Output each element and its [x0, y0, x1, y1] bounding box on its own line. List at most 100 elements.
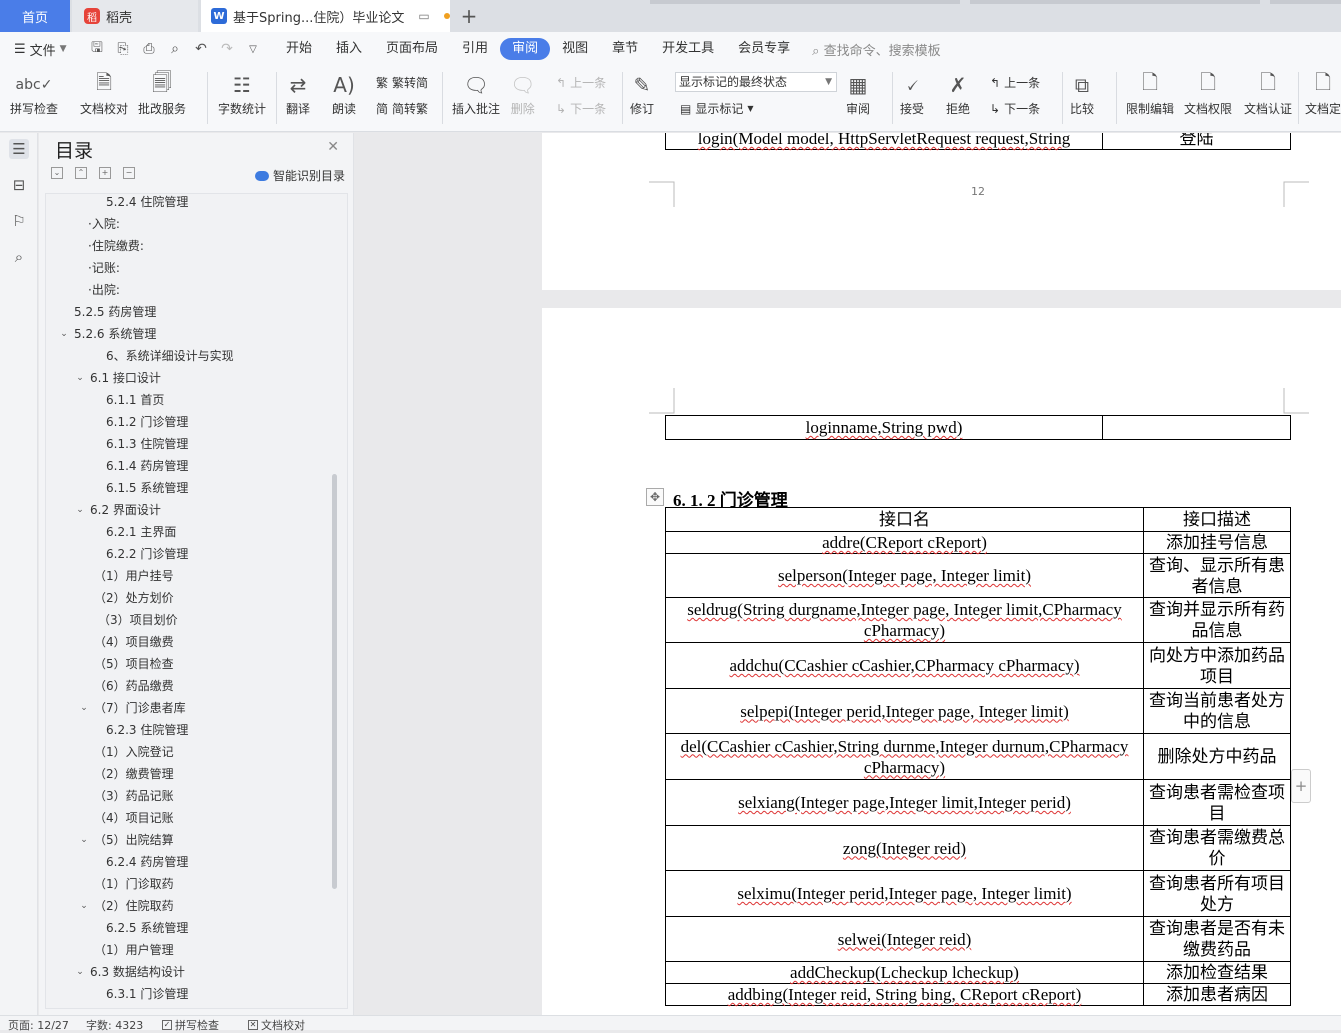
search-icon[interactable]: ⌕ [9, 247, 29, 267]
chevron-down-icon[interactable]: ⌄ [74, 367, 86, 389]
toc-item[interactable]: 6.2.4 药房管理 [46, 851, 336, 873]
export-pdf-icon[interactable]: ⎘ [110, 41, 136, 57]
next-change-button[interactable]: ↳ 下一条 [990, 100, 1040, 117]
bookmark-icon[interactable]: ⚐ [9, 211, 29, 231]
toc-item[interactable]: ⌄ （5）出院结算 [46, 829, 336, 851]
toc-item[interactable]: 6.1.3 住院管理 [46, 433, 336, 455]
add-column-plus-icon[interactable]: + [1291, 769, 1311, 803]
new-tab-button[interactable]: + [455, 0, 483, 32]
toc-item[interactable]: （1）门诊取药 [46, 873, 336, 895]
chevron-down-icon[interactable]: ⌄ [58, 323, 70, 345]
toc-item[interactable]: ⌄ （2）住院取药 [46, 895, 336, 917]
next-comment-button[interactable]: ↳ 下一条 [556, 100, 606, 117]
read-aloud-button[interactable]: A) 朗读 [332, 70, 356, 117]
doc-permission-button[interactable]: 🗋 文档权限 [1184, 70, 1232, 117]
toc-item[interactable]: ⌄ （7）门诊患者库 [46, 697, 336, 719]
add-heading-icon[interactable]: + [99, 167, 111, 179]
collapse-all-icon[interactable]: ⌄ [51, 167, 63, 179]
toc-item[interactable]: （4）项目缴费 [46, 631, 336, 653]
chevron-down-icon[interactable]: ⌄ [78, 697, 90, 719]
toc-item[interactable]: （3）项目划价 [46, 609, 336, 631]
customize-chevron-icon[interactable]: ▽ [240, 44, 266, 55]
toc-item[interactable]: 6.1.4 药房管理 [46, 455, 336, 477]
tab-home[interactable]: 首页 [0, 0, 70, 32]
toc-item[interactable]: ·出院: [46, 279, 336, 301]
chevron-down-icon[interactable]: ⌄ [74, 961, 86, 983]
save-icon[interactable]: 🖫 [84, 37, 110, 61]
toc-item[interactable]: （6）药品缴费 [46, 675, 336, 697]
spell-check-status[interactable]: ✓ 拼写检查 [162, 1017, 219, 1033]
file-menu[interactable]: ☰ 文件 ▼ [0, 40, 84, 59]
toc-item[interactable]: （1）用户挂号 [46, 565, 336, 587]
spell-check-button[interactable]: abc✓ 拼写检查 [10, 70, 58, 117]
insert-comment-button[interactable]: 🗨 插入批注 [452, 70, 500, 117]
markup-state-select[interactable]: 显示标记的最终状态 ▼ [675, 72, 837, 92]
toc-item[interactable]: ⌄ 6.2 界面设计 [46, 499, 336, 521]
s2t-button[interactable]: 简简转繁 [376, 100, 428, 117]
print-icon[interactable]: ⎙ [136, 41, 162, 57]
prev-comment-button[interactable]: ↰ 上一条 [556, 74, 606, 91]
chevron-down-icon[interactable]: ⌄ [78, 829, 90, 851]
show-markup-button[interactable]: ▤ 显示标记 ▼ [680, 100, 754, 117]
toc-item[interactable]: 6.2.5 系统管理 [46, 917, 336, 939]
toc-item[interactable]: ·住院缴费: [46, 235, 336, 257]
toc-item[interactable]: 6、系统详细设计与实现 [46, 345, 336, 367]
word-count-button[interactable]: ☷ 字数统计 [218, 70, 266, 117]
toc-item[interactable]: （4）项目记账 [46, 807, 336, 829]
toc-item[interactable]: 6.2.3 住院管理 [46, 719, 336, 741]
tab-daoke[interactable]: 稻 稻壳 [72, 0, 198, 32]
menu-start[interactable]: 开始 [274, 38, 324, 60]
undo-icon[interactable]: ↶ [188, 41, 214, 57]
menu-developer[interactable]: 开发工具 [650, 38, 726, 60]
toc-item[interactable]: 6.3.1 门诊管理 [46, 983, 336, 1005]
toc-item[interactable]: 6.1.1 首页 [46, 389, 336, 411]
proofread-status[interactable]: ✕ 文档校对 [248, 1017, 305, 1033]
chapter-icon[interactable]: ⊟ [9, 175, 29, 195]
toc-item[interactable]: ·记账: [46, 257, 336, 279]
print-preview-icon[interactable]: ⌕ [162, 41, 188, 57]
menu-member[interactable]: 会员专享 [726, 38, 802, 60]
chevron-down-icon[interactable]: ⌄ [74, 499, 86, 521]
annotate-service-button[interactable]: 🗐 批改服务 [138, 70, 186, 117]
doc-certify-button[interactable]: 🗋 文档认证 [1244, 70, 1292, 117]
toc-item[interactable]: （3）药品记账 [46, 785, 336, 807]
proofread-button[interactable]: 🗎 文档校对 [80, 70, 128, 117]
remove-heading-icon[interactable]: − [123, 167, 135, 179]
review-pane-button[interactable]: ▦ 审阅 [846, 70, 870, 117]
delete-comment-button[interactable]: 🗨 删除 [510, 70, 535, 117]
toc-item[interactable]: （1）用户管理 [46, 939, 336, 961]
toc-item[interactable]: （5）项目检查 [46, 653, 336, 675]
toc-panel-icon[interactable]: ☰ [9, 139, 29, 159]
command-search[interactable]: ⌕ 查找命令、搜索模板 [812, 40, 940, 59]
toc-item[interactable]: 6.1.5 系统管理 [46, 477, 336, 499]
restrict-editing-button[interactable]: 🗋 限制编辑 [1126, 70, 1174, 117]
track-changes-button[interactable]: ✎ 修订 [630, 70, 654, 117]
word-count-indicator[interactable]: 字数: 4323 [86, 1017, 143, 1033]
menu-insert[interactable]: 插入 [324, 38, 374, 60]
toc-item[interactable]: 5.2.4 住院管理 [46, 194, 336, 213]
menu-view[interactable]: 视图 [550, 38, 600, 60]
toc-item[interactable]: ·入院: [46, 213, 336, 235]
toc-scrollbar[interactable] [332, 474, 337, 889]
toc-item[interactable]: 5.2.5 药房管理 [46, 301, 336, 323]
toc-item[interactable]: ⌄ 6.1 接口设计 [46, 367, 336, 389]
compare-button[interactable]: ⧉ 比较 [1070, 70, 1094, 117]
toc-item[interactable]: ⌄ 6.3 数据结构设计 [46, 961, 336, 983]
toc-item[interactable]: （2）缴费管理 [46, 763, 336, 785]
prev-change-button[interactable]: ↰ 上一条 [990, 74, 1040, 91]
toc-item[interactable]: ⌄ 5.2.6 系统管理 [46, 323, 336, 345]
accept-button[interactable]: 🗸 接受 [900, 70, 924, 117]
monitor-icon[interactable]: ▭ [418, 9, 429, 23]
page-indicator[interactable]: 页面: 12/27 [8, 1017, 69, 1033]
doc-finalize-button[interactable]: 🗋 文档定 [1305, 70, 1341, 117]
toc-item[interactable]: （1）入院登记 [46, 741, 336, 763]
translate-button[interactable]: ⇄ 翻译 [286, 70, 310, 117]
t2s-button[interactable]: 繁繁转简 [376, 74, 428, 91]
menu-section[interactable]: 章节 [600, 38, 650, 60]
reject-button[interactable]: ✗ 拒绝 [946, 70, 970, 117]
close-icon[interactable]: ✕ [327, 139, 339, 155]
toc-item[interactable]: 6.1.2 门诊管理 [46, 411, 336, 433]
tab-document[interactable]: W 基于Spring...住院）毕业论文 ▭ [201, 0, 450, 32]
expand-up-icon[interactable]: ⌃ [75, 167, 87, 179]
redo-icon[interactable]: ↷ [214, 41, 240, 57]
